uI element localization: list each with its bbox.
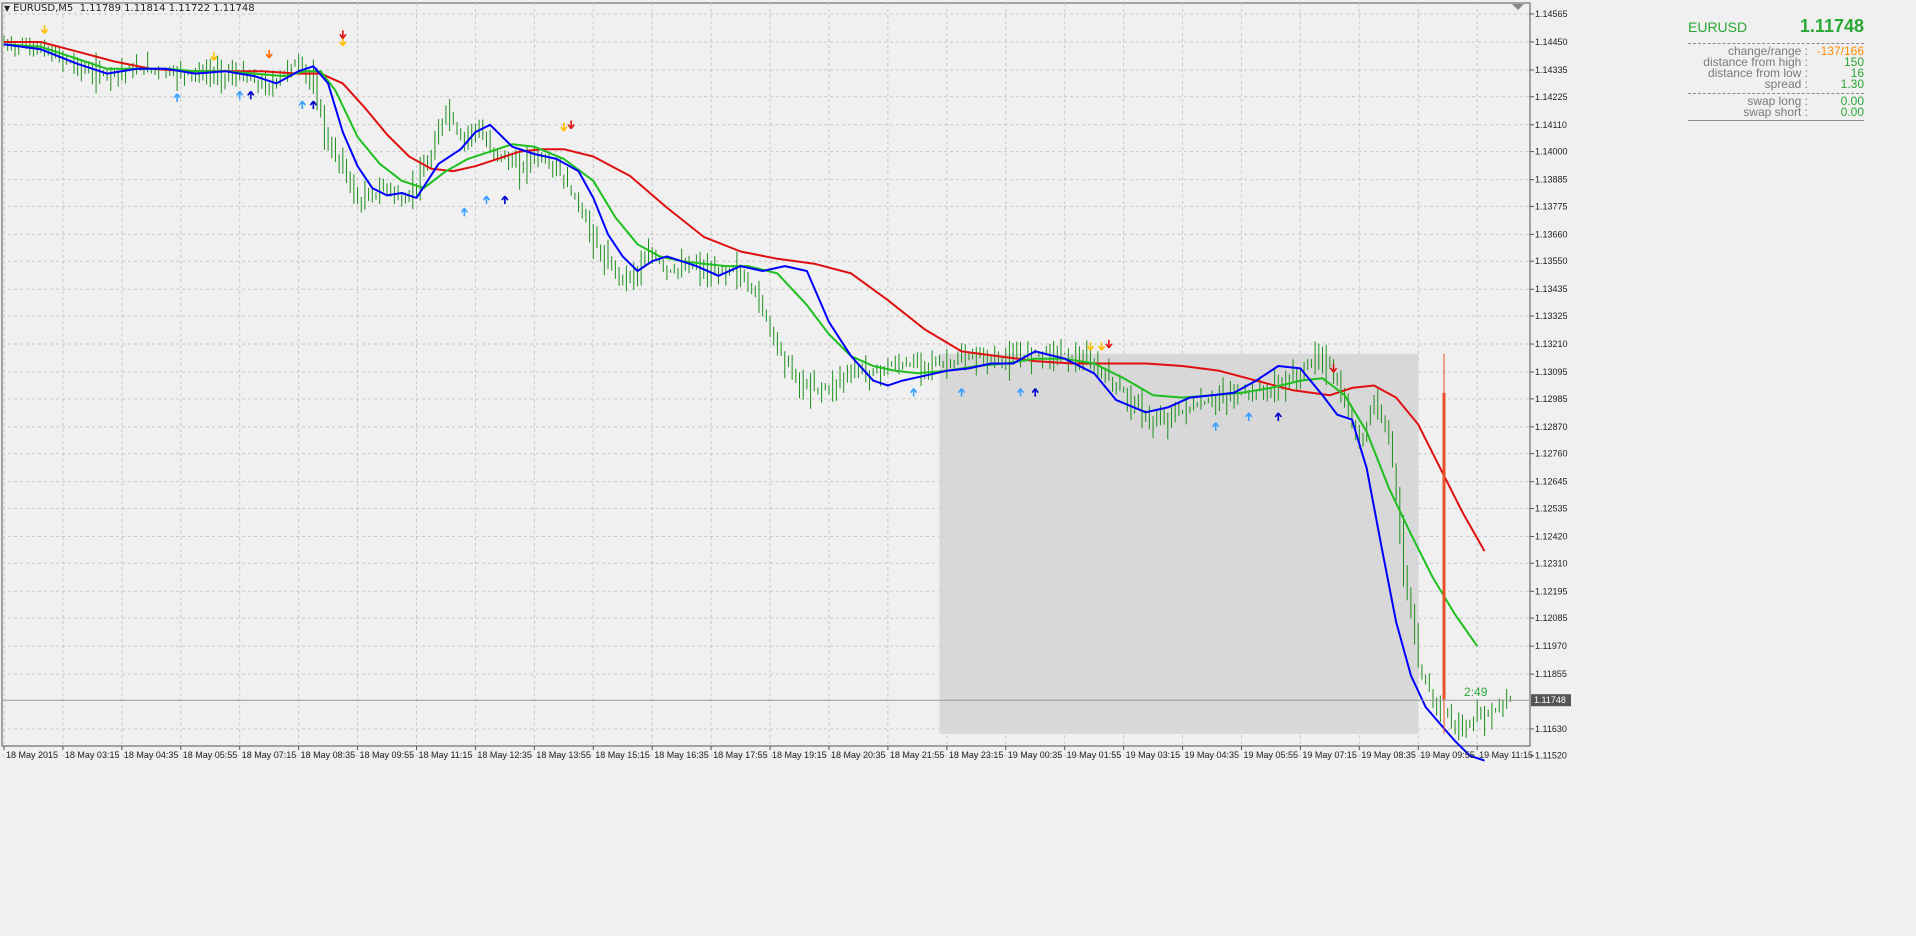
y-tick-label: 1.13435 xyxy=(1535,284,1568,294)
x-tick-label: 19 May 00:35 xyxy=(1008,750,1063,760)
x-tick-label: 18 May 08:35 xyxy=(301,750,356,760)
y-tick-label: 1.14000 xyxy=(1535,147,1568,157)
x-tick-label: 18 May 11:15 xyxy=(418,750,472,760)
y-tick-label: 1.13885 xyxy=(1535,175,1568,185)
x-tick-label: 18 May 17:55 xyxy=(713,750,768,760)
x-tick-label: 19 May 11:15 xyxy=(1479,750,1533,760)
ohlc-text: 1.11789 1.11814 1.11722 1.11748 xyxy=(79,3,255,14)
y-tick-label: 1.13095 xyxy=(1535,367,1568,377)
x-tick-label: 19 May 08:35 xyxy=(1361,750,1416,760)
y-tick-label: 1.11970 xyxy=(1535,641,1567,651)
y-tick-label: 1.12870 xyxy=(1535,422,1568,432)
y-tick-label: 1.12760 xyxy=(1535,449,1568,459)
y-tick-label: 1.13550 xyxy=(1535,256,1568,266)
swap-row-label: swap short : xyxy=(1743,105,1808,119)
y-tick-label: 1.14450 xyxy=(1535,37,1568,47)
y-tick-label: 1.12310 xyxy=(1535,558,1568,568)
x-tick-label: 18 May 07:15 xyxy=(242,750,297,760)
info-row-value: 1.30 xyxy=(1840,77,1864,91)
y-tick-label: 1.12420 xyxy=(1535,531,1568,541)
y-tick-label: 1.13775 xyxy=(1535,201,1568,211)
symbol-header: ▼ EURUSD,M5 1.11789 1.11814 1.11722 1.117… xyxy=(4,3,255,14)
header-dropdown-icon[interactable]: ▼ xyxy=(4,4,10,13)
info-rows: change/range : -137/166 distance from high… xyxy=(1688,45,1864,91)
chart-window[interactable]: 2:49 1.14565 1.14450 1.14335 1.14225 1.14110… xyxy=(0,0,1916,932)
info-divider xyxy=(1688,120,1864,121)
range-bar xyxy=(1442,392,1446,700)
y-tick-label: 1.13210 xyxy=(1535,339,1568,349)
x-tick-label: 18 May 04:35 xyxy=(124,750,179,760)
info-symbol: EURUSD xyxy=(1688,19,1748,35)
candle-timer: 2:49 xyxy=(1464,685,1488,699)
y-tick-label: 1.12985 xyxy=(1535,394,1568,404)
info-panel: EURUSD 1.11748 change/range : -137/166 dis… xyxy=(1688,16,1864,123)
y-tick-label: 1.11520 xyxy=(1535,751,1567,761)
x-tick-label: 18 May 15:15 xyxy=(595,750,650,760)
info-row: spread : 1.30 xyxy=(1688,77,1864,91)
y-tick-label: 1.14335 xyxy=(1535,65,1568,75)
swap-row: swap short : 0.00 xyxy=(1688,105,1864,119)
x-tick-label: 18 May 12:35 xyxy=(477,750,532,760)
y-tick-label: 1.14110 xyxy=(1535,120,1567,130)
current-price-label: 1.11748 xyxy=(1534,695,1566,705)
x-tick-label: 18 May 09:55 xyxy=(360,750,415,760)
price-chart[interactable]: 2:49 1.14565 1.14450 1.14335 1.14225 1.14110… xyxy=(0,0,1916,932)
x-tick-label: 18 May 2015 xyxy=(6,750,58,760)
x-tick-label: 18 May 21:55 xyxy=(890,750,945,760)
x-tick-label: 18 May 23:15 xyxy=(949,750,1004,760)
x-tick-label: 18 May 19:15 xyxy=(772,750,827,760)
x-tick-label: 19 May 07:15 xyxy=(1302,750,1357,760)
y-tick-label: 1.11855 xyxy=(1535,669,1567,679)
info-title: EURUSD 1.11748 xyxy=(1688,16,1864,37)
y-tick-label: 1.14565 xyxy=(1535,9,1568,19)
y-tick-label: 1.11630 xyxy=(1535,724,1567,734)
x-tick-label: 19 May 01:55 xyxy=(1067,750,1122,760)
symbol-title: EURUSD,M5 xyxy=(13,3,74,14)
info-row-label: spread : xyxy=(1764,77,1808,91)
y-tick-label: 1.12535 xyxy=(1535,503,1568,513)
x-tick-label: 18 May 20:35 xyxy=(831,750,886,760)
y-tick-label: 1.13660 xyxy=(1535,229,1568,239)
y-tick-label: 1.12085 xyxy=(1535,613,1568,623)
swap-rows: swap long :0.00 swap short :0.00 xyxy=(1688,95,1864,119)
swap-row-value: 0.00 xyxy=(1840,105,1864,119)
x-tick-label: 18 May 05:55 xyxy=(183,750,238,760)
info-price: 1.11748 xyxy=(1799,16,1864,36)
x-tick-label: 19 May 09:55 xyxy=(1420,750,1475,760)
y-tick-label: 1.14225 xyxy=(1535,92,1568,102)
x-tick-label: 18 May 16:35 xyxy=(654,750,709,760)
x-tick-label: 19 May 05:55 xyxy=(1243,750,1298,760)
x-tick-label: 18 May 03:15 xyxy=(65,750,120,760)
y-tick-label: 1.12645 xyxy=(1535,477,1568,487)
y-tick-label: 1.13325 xyxy=(1535,311,1568,321)
x-tick-label: 19 May 04:35 xyxy=(1185,750,1240,760)
y-tick-label: 1.12195 xyxy=(1535,586,1568,596)
x-tick-label: 19 May 03:15 xyxy=(1126,750,1181,760)
x-tick-label: 18 May 13:55 xyxy=(536,750,591,760)
